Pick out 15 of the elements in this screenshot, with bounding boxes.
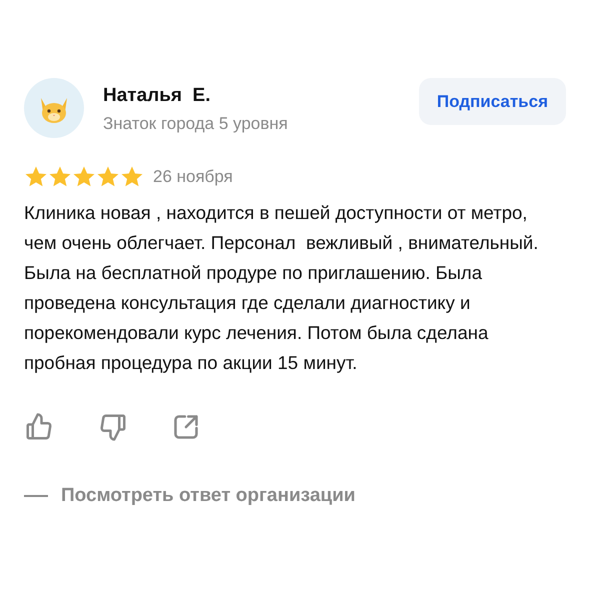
subscribe-button[interactable]: Подписаться <box>418 78 566 125</box>
star-icon <box>120 164 144 189</box>
thumbs-up-icon[interactable] <box>24 412 54 442</box>
star-icon <box>24 164 48 189</box>
star-icon <box>48 164 72 189</box>
cat-face-icon <box>24 78 84 138</box>
author-name[interactable]: Наталья Е. <box>103 84 288 108</box>
view-reply-link[interactable]: Посмотреть ответ организации <box>61 482 356 510</box>
star-icon <box>96 164 120 189</box>
star-icon <box>72 164 96 189</box>
author-level: Знаток города 5 уровня <box>103 113 288 135</box>
share-icon[interactable] <box>172 412 200 440</box>
review-text: Клиника новая , находится в пешей доступности от метро, чем очень облегчает. Персонал вежливый , внимательный. Была на бесплатной продуре по приглашению. Была проведена консультация где сделали диагностику и порекомендовали курс лечения. Потом была сделана пробная процедура по акции 15 минут. <box>24 200 539 375</box>
thumbs-down-icon[interactable] <box>98 412 128 442</box>
review-date: 26 ноября <box>153 166 233 188</box>
